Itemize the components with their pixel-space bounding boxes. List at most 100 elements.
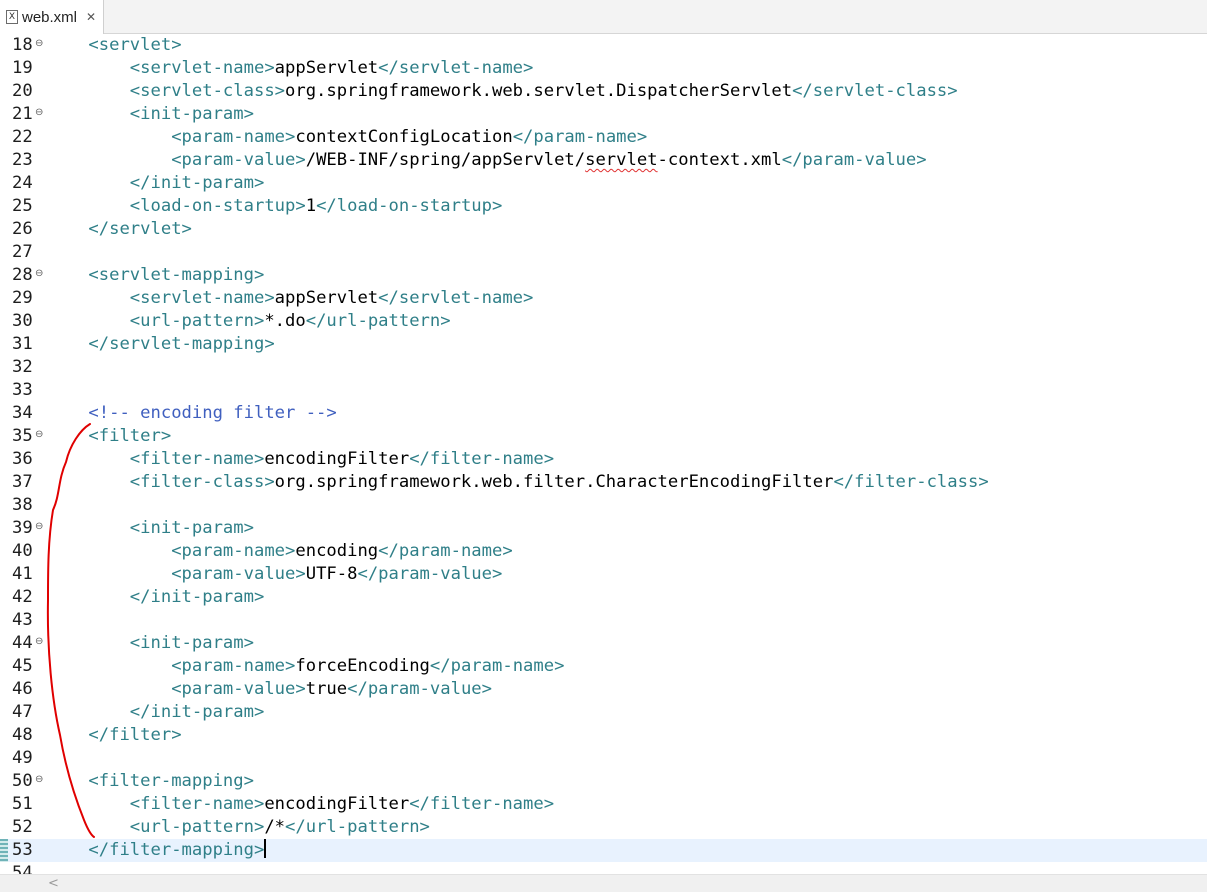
fold-toggle-icon[interactable]: ⊖	[35, 264, 43, 283]
code-line[interactable]: 45 <param-name>forceEncoding</param-name…	[0, 655, 1207, 678]
fold-toggle-icon[interactable]: ⊖	[35, 770, 43, 789]
code-line[interactable]: 38	[0, 494, 1207, 517]
line-gutter: 53	[0, 839, 48, 862]
scroll-left-arrow-icon[interactable]: <	[48, 876, 59, 891]
code-line[interactable]: 28 ⊖ <servlet-mapping>	[0, 264, 1207, 287]
code-text: </servlet>	[47, 218, 191, 241]
fold-toggle-icon[interactable]: ⊖	[35, 425, 43, 444]
fold-toggle-icon[interactable]: ⊖	[35, 34, 43, 53]
code-line[interactable]: 36 <filter-name>encodingFilter</filter-n…	[0, 448, 1207, 471]
xml-tag: </load-on-startup>	[316, 196, 503, 216]
code-line[interactable]: 50 ⊖ <filter-mapping>	[0, 770, 1207, 793]
line-gutter: 47	[0, 701, 48, 724]
xml-tag: <filter>	[88, 426, 172, 446]
code-line[interactable]: 53 </filter-mapping>	[0, 839, 1207, 862]
xml-tag: </param-name>	[378, 541, 513, 561]
line-number: 36	[12, 449, 33, 469]
line-gutter: 30	[0, 310, 48, 333]
line-number: 47	[12, 702, 33, 722]
close-icon[interactable]: ✕	[86, 10, 96, 24]
xml-tag: </param-name>	[512, 127, 648, 147]
code-line[interactable]: 32	[0, 356, 1207, 379]
xml-tag: <init-param>	[129, 633, 254, 653]
xml-tag: <filter-class>	[129, 472, 275, 492]
line-gutter: 26	[0, 218, 48, 241]
code-line[interactable]: 49	[0, 747, 1207, 770]
code-line[interactable]: 34 <!-- encoding filter -->	[0, 402, 1207, 425]
code-line[interactable]: 30 <url-pattern>*.do</url-pattern>	[0, 310, 1207, 333]
code-line[interactable]: 42 </init-param>	[0, 586, 1207, 609]
xml-tag: </init-param>	[129, 587, 265, 607]
code-line[interactable]: 29 <servlet-name>appServlet</servlet-nam…	[0, 287, 1207, 310]
line-gutter: 24	[0, 172, 48, 195]
code-line[interactable]: 22 <param-name>contextConfigLocation</pa…	[0, 126, 1207, 149]
line-number: 21	[12, 104, 33, 124]
line-number: 37	[12, 472, 33, 492]
code-line[interactable]: 51 <filter-name>encodingFilter</filter-n…	[0, 793, 1207, 816]
code-line[interactable]: 52 <url-pattern>/*</url-pattern>	[0, 816, 1207, 839]
code-line[interactable]: 26 </servlet>	[0, 218, 1207, 241]
code-line[interactable]: 44 ⊖ <init-param>	[0, 632, 1207, 655]
code-line[interactable]: 24 </init-param>	[0, 172, 1207, 195]
code-text: </init-param>	[47, 586, 265, 609]
code-text: <servlet-name>appServlet</servlet-name>	[47, 287, 534, 310]
xml-tag: </servlet-class>	[792, 81, 958, 101]
line-gutter: 33	[0, 379, 48, 402]
code-line[interactable]: 46 <param-value>true</param-value>	[0, 678, 1207, 701]
code-line[interactable]: 31 </servlet-mapping>	[0, 333, 1207, 356]
fold-toggle-icon[interactable]: ⊖	[35, 517, 43, 536]
code-text: <param-value>UTF-8</param-value>	[47, 563, 502, 586]
xml-tag: <servlet-class>	[129, 81, 286, 101]
code-line[interactable]: 48 </filter>	[0, 724, 1207, 747]
fold-toggle-icon[interactable]: ⊖	[35, 103, 43, 122]
code-text: <param-value>true</param-value>	[47, 678, 492, 701]
line-number: 44	[12, 633, 33, 653]
code-line[interactable]: 23 <param-value>/WEB-INF/spring/appServl…	[0, 149, 1207, 172]
line-gutter: 43	[0, 609, 48, 632]
code-line[interactable]: 33	[0, 379, 1207, 402]
code-line[interactable]: 41 <param-value>UTF-8</param-value>	[0, 563, 1207, 586]
code-line[interactable]: 27	[0, 241, 1207, 264]
code-line[interactable]: 39 ⊖ <init-param>	[0, 517, 1207, 540]
horizontal-scrollbar[interactable]: <	[0, 874, 1207, 892]
code-line[interactable]: 19 <servlet-name>appServlet</servlet-nam…	[0, 57, 1207, 80]
line-gutter: 39 ⊖	[0, 517, 48, 540]
code-text: </servlet-mapping>	[47, 333, 274, 356]
code-line[interactable]: 43	[0, 609, 1207, 632]
xml-text: encodingFilter	[264, 794, 410, 814]
code-line[interactable]: 18 ⊖ <servlet>	[0, 34, 1207, 57]
fold-toggle-icon[interactable]: ⊖	[35, 632, 43, 651]
xml-tag: </url-pattern>	[285, 817, 430, 837]
line-gutter: 32	[0, 356, 48, 379]
code-text: <filter-class>org.springframework.web.fi…	[47, 471, 989, 494]
xml-tag: </init-param>	[129, 702, 265, 722]
tab-web-xml[interactable]: X web.xml ✕	[0, 0, 104, 34]
code-line[interactable]: 25 <load-on-startup>1</load-on-startup>	[0, 195, 1207, 218]
code-line[interactable]: 54	[0, 862, 1207, 874]
code-line[interactable]: 47 </init-param>	[0, 701, 1207, 724]
line-number: 54	[12, 863, 33, 874]
line-gutter: 36	[0, 448, 48, 471]
xml-tag: <servlet-mapping>	[88, 265, 265, 285]
line-gutter: 49	[0, 747, 48, 770]
code-text: </filter-mapping>	[47, 839, 266, 862]
xml-tag: </filter-name>	[409, 449, 555, 469]
line-gutter: 46	[0, 678, 48, 701]
line-gutter: 44 ⊖	[0, 632, 48, 655]
code-line[interactable]: 20 <servlet-class>org.springframework.we…	[0, 80, 1207, 103]
code-line[interactable]: 35 ⊖ <filter>	[0, 425, 1207, 448]
code-line[interactable]: 37 <filter-class>org.springframework.web…	[0, 471, 1207, 494]
code-line[interactable]: 40 <param-name>encoding</param-name>	[0, 540, 1207, 563]
code-editor[interactable]: 18 ⊖ <servlet> 19 <servlet-name>appServlet…	[0, 34, 1207, 874]
code-text: <url-pattern>*.do</url-pattern>	[47, 310, 451, 333]
line-gutter: 21 ⊖	[0, 103, 48, 126]
line-number: 32	[12, 357, 33, 377]
code-line[interactable]: 21 ⊖ <init-param>	[0, 103, 1207, 126]
line-gutter: 29	[0, 287, 48, 310]
line-gutter: 41	[0, 563, 48, 586]
line-number: 35	[12, 426, 33, 446]
line-number: 46	[12, 679, 33, 699]
